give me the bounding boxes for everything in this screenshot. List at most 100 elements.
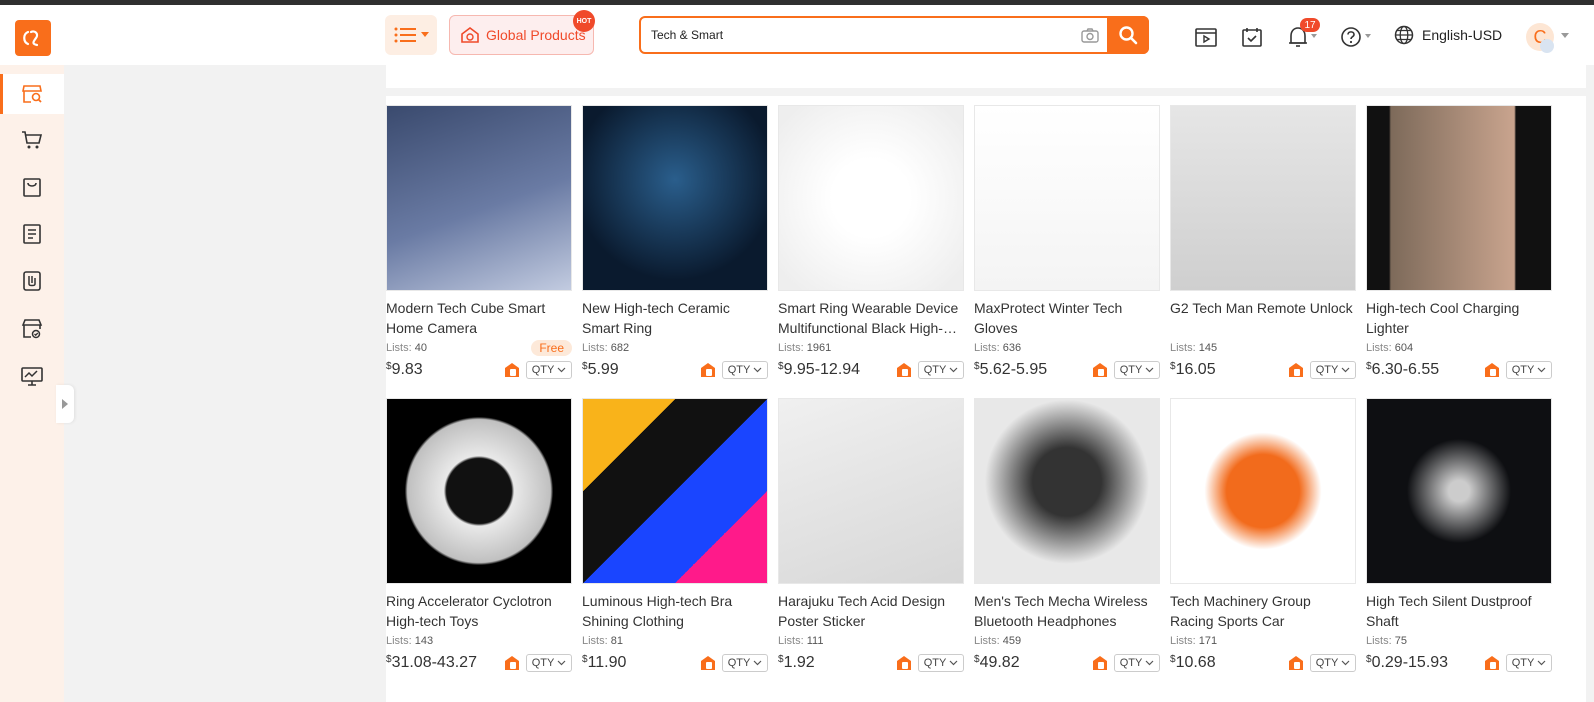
video-button[interactable]	[1194, 25, 1218, 49]
product-card[interactable]: Men's Tech Mecha Wireless Bluetooth Head…	[974, 398, 1160, 688]
product-card[interactable]: High Tech Silent Dustproof Shaft Lists: …	[1366, 398, 1552, 688]
global-products-button[interactable]: Global Products HOT	[449, 10, 595, 55]
add-to-list-button[interactable]	[698, 360, 718, 380]
qty-select[interactable]: QTY	[1506, 361, 1552, 379]
product-card[interactable]: Luminous High-tech Bra Shining Clothing …	[582, 398, 768, 688]
add-to-list-button[interactable]	[894, 360, 914, 380]
product-name[interactable]: Modern Tech Cube Smart Home Camera	[386, 298, 572, 338]
product-image[interactable]	[582, 398, 768, 584]
qty-select[interactable]: QTY	[918, 654, 964, 672]
product-card[interactable]: Ring Accelerator Cyclotron High-tech Toy…	[386, 398, 572, 688]
product-lists-row: Lists: 111	[778, 633, 964, 649]
product-name[interactable]: New High-tech Ceramic Smart Ring	[582, 298, 768, 338]
search-input[interactable]	[641, 18, 1073, 52]
lists-label: Lists:	[1366, 635, 1392, 647]
product-card[interactable]: Modern Tech Cube Smart Home Camera Lists…	[386, 105, 572, 395]
sidebar-item-analytics[interactable]	[0, 356, 64, 396]
add-to-list-button[interactable]	[1482, 360, 1502, 380]
product-image[interactable]	[1170, 105, 1356, 291]
chevron-down-icon	[1145, 367, 1154, 373]
product-image[interactable]	[582, 105, 768, 291]
product-image[interactable]	[1170, 398, 1356, 584]
chevron-down-icon	[1145, 660, 1154, 666]
add-to-list-button[interactable]	[698, 653, 718, 673]
qty-select[interactable]: QTY	[1114, 654, 1160, 672]
product-lists: Lists: 1961	[778, 342, 831, 354]
qty-select[interactable]: QTY	[1506, 654, 1552, 672]
add-to-list-button[interactable]	[894, 653, 914, 673]
product-image[interactable]	[386, 105, 572, 291]
product-card[interactable]: Smart Ring Wearable Device Multifunction…	[778, 105, 964, 395]
qty-select[interactable]: QTY	[722, 654, 768, 672]
lists-count: 111	[806, 635, 824, 647]
product-name[interactable]: Smart Ring Wearable Device Multifunction…	[778, 298, 964, 338]
qty-select[interactable]: QTY	[1114, 361, 1160, 379]
product-price: $9.83	[386, 361, 502, 379]
tasks-button[interactable]	[1240, 25, 1264, 49]
logo[interactable]	[15, 20, 51, 56]
product-name[interactable]: Men's Tech Mecha Wireless Bluetooth Head…	[974, 591, 1160, 631]
sidebar-item-product-search[interactable]	[0, 74, 64, 114]
qty-select[interactable]: QTY	[1310, 361, 1356, 379]
account-caret-icon[interactable]	[1561, 33, 1569, 39]
product-card[interactable]: Tech Machinery Group Racing Sports Car L…	[1170, 398, 1356, 688]
qty-select[interactable]: QTY	[1310, 654, 1356, 672]
sidebar-item-cart[interactable]	[0, 120, 64, 160]
product-name[interactable]: G2 Tech Man Remote Unlock	[1170, 298, 1356, 338]
product-image[interactable]	[1366, 398, 1552, 584]
image-search-button[interactable]	[1073, 27, 1107, 43]
sidebar-item-shopping-bag[interactable]	[0, 167, 64, 207]
product-name[interactable]: Harajuku Tech Acid Design Poster Sticker	[778, 591, 964, 631]
qty-select[interactable]: QTY	[918, 361, 964, 379]
qty-select[interactable]: QTY	[526, 654, 572, 672]
product-price: $6.30-6.55	[1366, 361, 1482, 379]
product-image[interactable]	[386, 398, 572, 584]
qty-select[interactable]: QTY	[526, 361, 572, 379]
chevron-down-icon	[1341, 367, 1350, 373]
product-card[interactable]: New High-tech Ceramic Smart Ring Lists: …	[582, 105, 768, 395]
add-to-list-button[interactable]	[1090, 653, 1110, 673]
product-image[interactable]	[778, 398, 964, 584]
sidebar-item-orders[interactable]	[0, 214, 64, 254]
product-name[interactable]: Tech Machinery Group Racing Sports Car	[1170, 591, 1356, 631]
product-image[interactable]	[974, 398, 1160, 584]
category-menu-button[interactable]	[385, 15, 437, 55]
language-currency-selector[interactable]: English-USD	[1394, 25, 1502, 45]
help-button[interactable]	[1340, 25, 1376, 49]
product-name[interactable]: MaxProtect Winter Tech Gloves	[974, 298, 1160, 338]
add-to-list-button[interactable]	[502, 653, 522, 673]
product-card[interactable]: Harajuku Tech Acid Design Poster Sticker…	[778, 398, 964, 688]
product-image[interactable]	[974, 105, 1160, 291]
product-name[interactable]: High Tech Silent Dustproof Shaft	[1366, 591, 1552, 631]
chevron-down-icon	[753, 660, 762, 666]
product-image[interactable]	[778, 105, 964, 291]
page-scrollbar[interactable]	[1586, 65, 1594, 702]
product-card[interactable]: G2 Tech Man Remote Unlock Lists: 145 $16…	[1170, 105, 1356, 395]
product-lists-row: Lists: 604	[1366, 340, 1552, 356]
add-to-list-button[interactable]	[1286, 360, 1306, 380]
qty-select[interactable]: QTY	[722, 361, 768, 379]
search-button[interactable]	[1107, 16, 1149, 54]
notifications-button[interactable]: 17	[1286, 18, 1322, 49]
lists-count: 81	[610, 635, 623, 647]
add-to-list-button[interactable]	[502, 360, 522, 380]
product-card[interactable]: High-tech Cool Charging Lighter Lists: 6…	[1366, 105, 1552, 395]
sidebar-item-store[interactable]	[0, 309, 64, 349]
sidebar-item-sourcing[interactable]	[0, 261, 64, 301]
product-lists: Lists: 682	[582, 342, 629, 354]
sidebar-collapse-toggle[interactable]	[56, 385, 74, 423]
product-image[interactable]	[1366, 105, 1552, 291]
add-to-list-button[interactable]	[1482, 653, 1502, 673]
add-to-list-button[interactable]	[1090, 360, 1110, 380]
product-price-row: $9.95-12.94 QTY	[778, 359, 964, 381]
analytics-icon	[21, 367, 43, 386]
product-name[interactable]: Luminous High-tech Bra Shining Clothing	[582, 591, 768, 631]
lists-label: Lists:	[1170, 342, 1196, 354]
product-name[interactable]: Ring Accelerator Cyclotron High-tech Toy…	[386, 591, 572, 631]
product-name[interactable]: High-tech Cool Charging Lighter	[1366, 298, 1552, 338]
search-bar	[639, 16, 1149, 54]
product-price: $49.82	[974, 654, 1090, 672]
product-card[interactable]: MaxProtect Winter Tech Gloves Lists: 636…	[974, 105, 1160, 395]
add-to-list-button[interactable]	[1286, 653, 1306, 673]
add-to-store-icon	[1289, 363, 1303, 377]
